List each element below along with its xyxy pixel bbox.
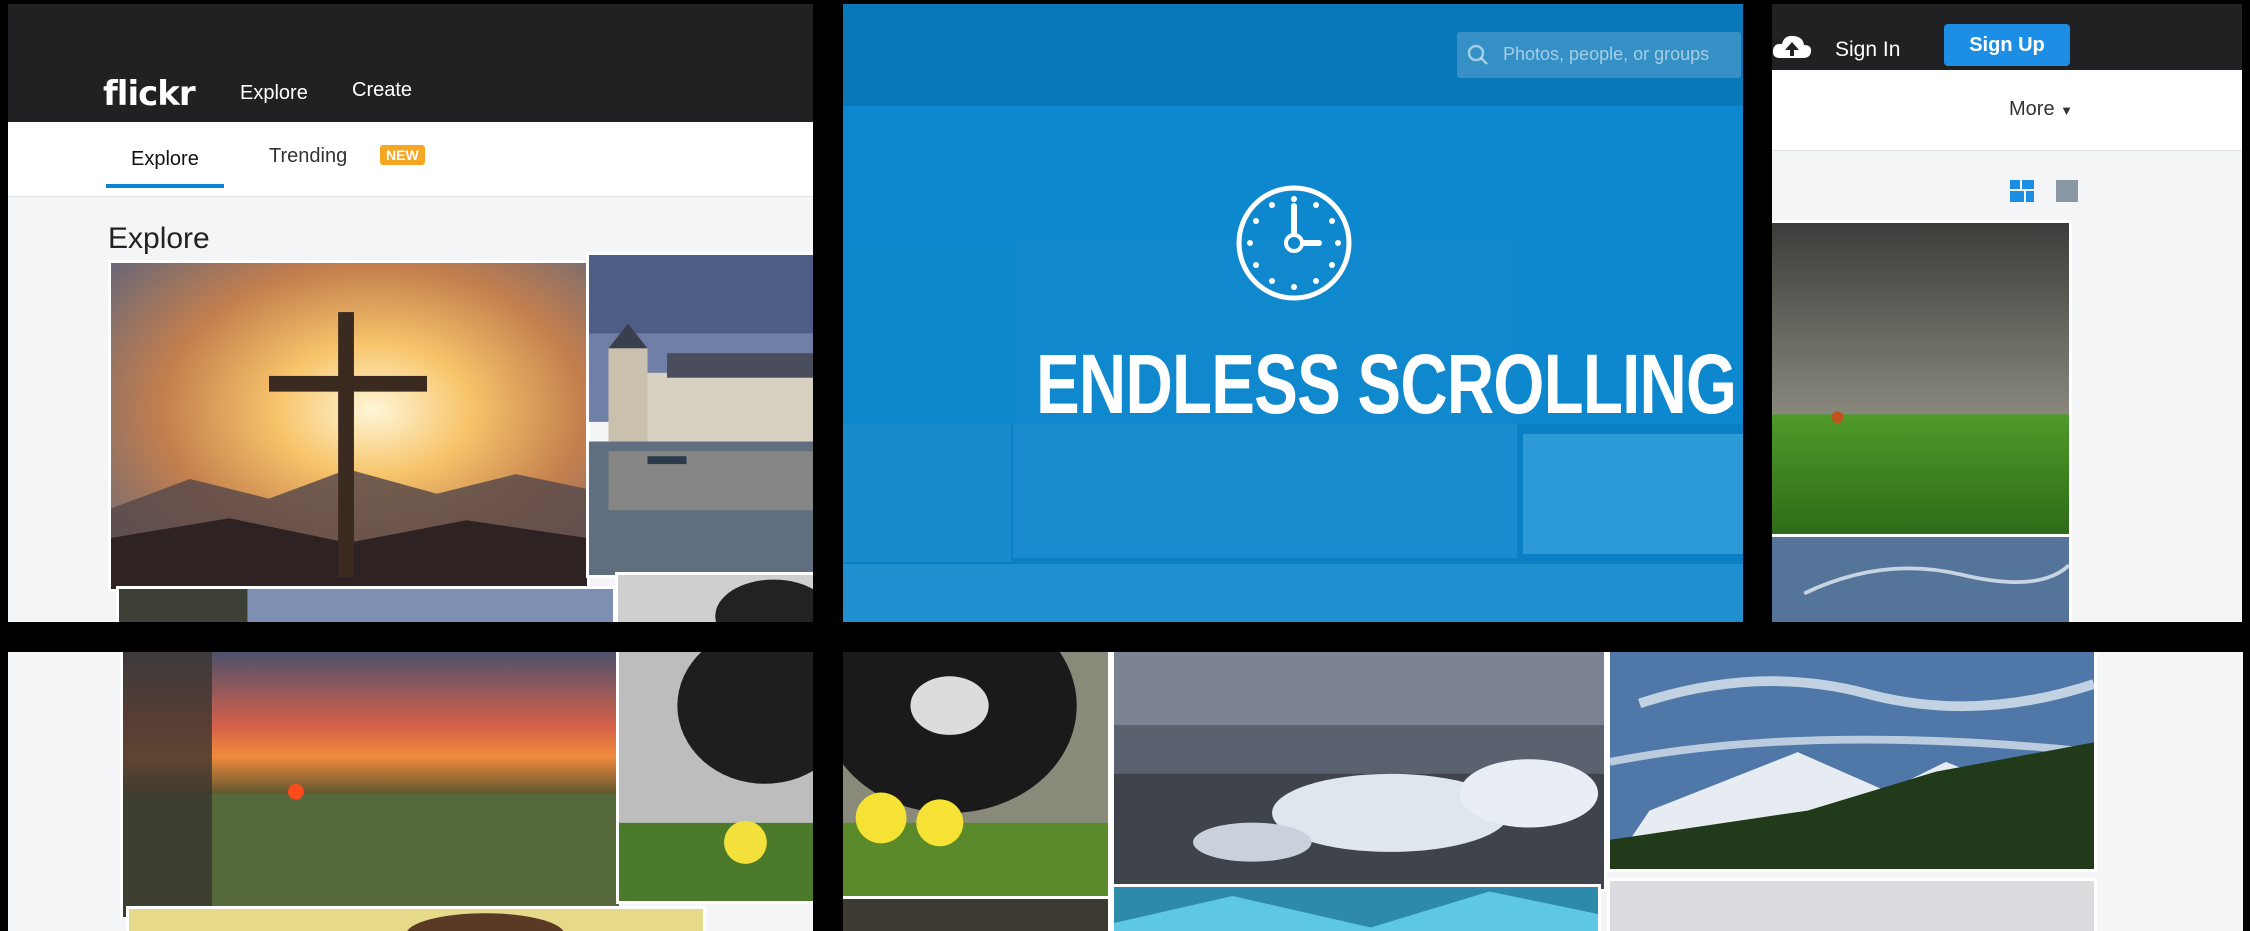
feature-title: ENDLESS SCROLLING bbox=[1036, 337, 1737, 431]
panel-center-feature: Photos, people, or groups ENDLESS SCROLL… bbox=[843, 4, 1743, 622]
field-sunset-image bbox=[123, 652, 619, 917]
dog-chicks-left-image bbox=[619, 652, 813, 901]
photo-dog-chicks[interactable] bbox=[843, 652, 1111, 904]
sub-navigation-bar-right bbox=[1772, 70, 2242, 151]
page-title: Explore bbox=[108, 222, 210, 255]
sky-strip-image bbox=[1772, 537, 2069, 622]
photo-sky-strip[interactable] bbox=[1772, 534, 2072, 622]
photo-castle[interactable] bbox=[586, 252, 813, 578]
search-placeholder: Photos, people, or groups bbox=[1503, 44, 1710, 64]
tab-trending[interactable]: Trending bbox=[269, 145, 347, 168]
dog-strip-image bbox=[618, 575, 813, 622]
photo-bottom-strip[interactable] bbox=[126, 906, 706, 931]
tree-strip-image bbox=[119, 589, 613, 622]
more-label: More bbox=[2009, 98, 2055, 120]
search-icon bbox=[1467, 44, 1489, 71]
mountain-sky-image bbox=[1610, 652, 2094, 869]
panel-top-right: Sign In Sign Up More ▼ bbox=[1772, 4, 2242, 622]
cross-sunset-image bbox=[111, 263, 587, 589]
panel-bottom-right bbox=[843, 652, 2243, 931]
photo-dark-strip[interactable] bbox=[843, 896, 1111, 931]
upload-cloud-icon[interactable] bbox=[1772, 32, 1812, 62]
clock-icon bbox=[1235, 184, 1353, 302]
photo-mountain-sky[interactable] bbox=[1607, 652, 2097, 872]
photo-cross-sunset[interactable] bbox=[108, 260, 590, 592]
tab-explore-underline bbox=[106, 184, 224, 188]
nav-create-link[interactable]: Create bbox=[352, 79, 412, 102]
tab-explore[interactable]: Explore bbox=[131, 148, 199, 171]
photo-field-sunset[interactable] bbox=[120, 652, 622, 920]
photo-dog-chicks-left[interactable] bbox=[616, 652, 813, 904]
panel-top-left: flickr Explore Create Explore Trending N… bbox=[8, 4, 813, 622]
nav-explore-link[interactable]: Explore bbox=[240, 82, 308, 105]
panel-bottom-left bbox=[8, 652, 813, 931]
photo-pale-strip[interactable] bbox=[1607, 878, 2097, 931]
faded-photo-tile bbox=[1523, 434, 1743, 554]
sign-in-link[interactable]: Sign In bbox=[1835, 38, 1900, 62]
photo-ice-strip[interactable] bbox=[1111, 884, 1601, 931]
icy-shore-image bbox=[1114, 652, 1604, 889]
faded-photo-tile bbox=[843, 564, 1743, 622]
flickr-logo[interactable]: flickr bbox=[103, 74, 196, 114]
caret-down-icon: ▼ bbox=[2060, 103, 2074, 118]
photo-storm-field[interactable] bbox=[1772, 220, 2072, 540]
ice-strip-image bbox=[1114, 887, 1598, 931]
bottom-strip-image bbox=[129, 909, 703, 931]
single-view-icon[interactable] bbox=[2056, 180, 2078, 202]
photo-tree-strip[interactable] bbox=[116, 586, 616, 622]
photo-dog-strip[interactable] bbox=[615, 572, 813, 622]
dog-chicks-image bbox=[843, 652, 1108, 901]
new-badge: NEW bbox=[380, 145, 425, 165]
more-menu[interactable]: More ▼ bbox=[2009, 98, 2073, 121]
pale-strip-image bbox=[1610, 881, 2094, 931]
justified-view-icon[interactable] bbox=[2010, 180, 2034, 202]
sign-up-button[interactable]: Sign Up bbox=[1944, 24, 2070, 66]
castle-image bbox=[589, 255, 813, 575]
search-input[interactable]: Photos, people, or groups bbox=[1457, 32, 1741, 78]
photo-icy-shore[interactable] bbox=[1111, 652, 1607, 892]
dark-strip-image bbox=[843, 899, 1108, 931]
storm-field-image bbox=[1772, 223, 2069, 537]
